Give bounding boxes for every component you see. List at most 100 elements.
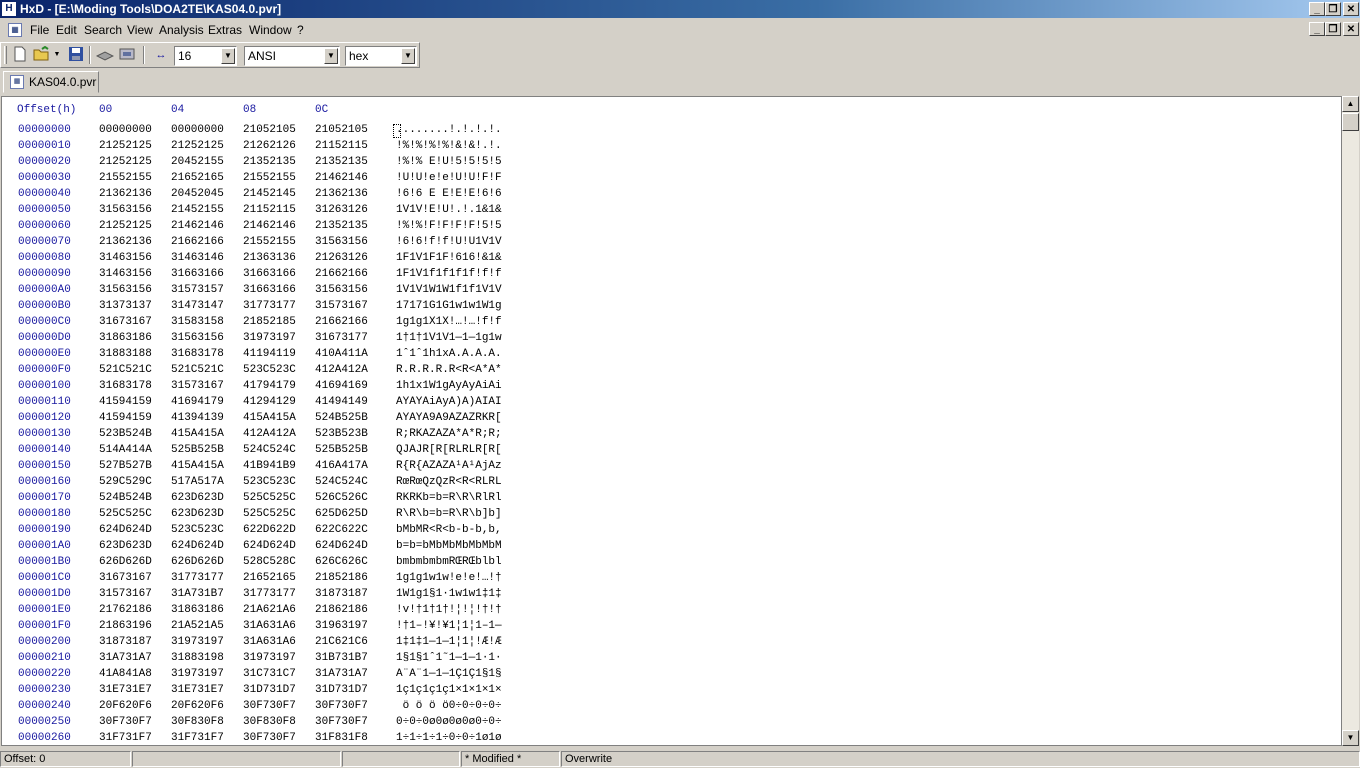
hex-group[interactable]: 626C626C [315, 556, 368, 568]
text-column[interactable]: 1†1†1V1V1—1—1g1w [396, 332, 502, 344]
hex-group[interactable]: 31C731C7 [243, 668, 296, 680]
hex-group[interactable]: 41794179 [243, 380, 296, 392]
hex-group[interactable]: 20452045 [171, 188, 224, 200]
vertical-scrollbar[interactable]: ▲ ▼ [1342, 96, 1359, 746]
hex-row[interactable]: 000000C0 31673167 31583158 21852185 21662166… [2, 316, 1341, 332]
hex-group[interactable]: 31373137 [99, 300, 152, 312]
open-folder-icon[interactable] [32, 45, 52, 64]
hex-group[interactable]: 21863196 [99, 620, 152, 632]
text-column[interactable]: ........!.!.!.!. [396, 124, 502, 136]
text-column[interactable]: !%!% E!U!5!5!5!5 [396, 156, 502, 168]
hex-group[interactable]: 31573157 [171, 284, 224, 296]
hex-group[interactable]: 31873187 [99, 636, 152, 648]
hex-row[interactable]: 00000060 21252125 21462146 21462146 21352135… [2, 220, 1341, 236]
hex-group[interactable]: 20452155 [171, 156, 224, 168]
hex-group[interactable]: 21352135 [243, 156, 296, 168]
hex-group[interactable]: 21552155 [243, 236, 296, 248]
hex-row[interactable]: 00000000 00000000 00000000 21052105 21052105… [2, 124, 1341, 140]
text-column[interactable]: !%!%!%!%!&!&!.!. [396, 140, 502, 152]
open-dropdown-icon[interactable]: ▼ [52, 46, 62, 64]
hex-row[interactable]: 00000070 21362136 21662166 21552155 31563156… [2, 236, 1341, 252]
menu-view[interactable]: View [127, 23, 153, 37]
text-column[interactable]: 1F1V1F1F!616!&1& [396, 252, 502, 264]
hex-group[interactable]: 21052105 [315, 124, 368, 136]
hex-group[interactable]: 31E731E7 [99, 684, 152, 696]
hex-row[interactable]: 00000230 31E731E7 31E731E7 31D731D7 31D731D7… [2, 684, 1341, 700]
hex-group[interactable]: 31473147 [171, 300, 224, 312]
hex-group[interactable]: 20F620F6 [99, 700, 152, 712]
hex-group[interactable]: 514A414A [99, 444, 152, 456]
hex-group[interactable]: 21A521A5 [171, 620, 224, 632]
hex-group[interactable]: 31773177 [243, 588, 296, 600]
restore-button[interactable]: ❐ [1325, 2, 1341, 16]
chevron-down-icon[interactable]: ▼ [324, 48, 338, 64]
hex-group[interactable]: 31863186 [99, 332, 152, 344]
text-column[interactable]: !%!%!F!F!F!F!5!5 [396, 220, 502, 232]
scroll-thumb[interactable] [1342, 113, 1359, 131]
hex-group[interactable]: 31463156 [99, 268, 152, 280]
hex-group[interactable]: 00000000 [99, 124, 152, 136]
menu-extras[interactable]: Extras [208, 23, 242, 37]
hex-group[interactable]: 525C525C [243, 492, 296, 504]
hex-group[interactable]: 31973197 [171, 636, 224, 648]
text-column[interactable]: 1F1V1f1f1f1f!f!f [396, 268, 502, 280]
hex-group[interactable]: 21263126 [315, 252, 368, 264]
ram-editor-icon[interactable] [117, 46, 137, 64]
save-icon[interactable] [66, 46, 86, 64]
document-icon[interactable]: ▦ [8, 23, 22, 37]
hex-group[interactable]: 31563156 [171, 332, 224, 344]
text-column[interactable]: 1g1g1w1w!e!e!…!† [396, 572, 502, 584]
hex-row[interactable]: 00000020 21252125 20452155 21352135 21352135… [2, 156, 1341, 172]
text-column[interactable]: R\R\b=b=R\R\b]b] [396, 508, 502, 520]
text-column[interactable]: 1÷1÷1÷1÷0÷0÷1ø1ø [396, 732, 502, 744]
hex-group[interactable]: 31663166 [243, 284, 296, 296]
hex-group[interactable]: 623D623D [99, 540, 152, 552]
hex-group[interactable]: 31A631A6 [243, 620, 296, 632]
text-column[interactable]: R.R.R.R.R<R<A*A* [396, 364, 502, 376]
text-column[interactable]: 17171G1G1w1w1W1g [396, 300, 502, 312]
hex-group[interactable]: 41694179 [171, 396, 224, 408]
hex-group[interactable]: 416A417A [315, 460, 368, 472]
hex-group[interactable]: 525B525B [315, 444, 368, 456]
hex-group[interactable]: 31563156 [315, 284, 368, 296]
hex-row[interactable]: 000001D0 31573167 31A731B7 31773177 31873187… [2, 588, 1341, 604]
hex-group[interactable]: 31563156 [315, 236, 368, 248]
hex-group[interactable]: 31573167 [99, 588, 152, 600]
hex-row[interactable]: 000000D0 31863186 31563156 31973197 31673177… [2, 332, 1341, 348]
hex-group[interactable]: 31963197 [315, 620, 368, 632]
hex-group[interactable]: 31573167 [315, 300, 368, 312]
hex-group[interactable]: 21252125 [99, 220, 152, 232]
hex-row[interactable]: 00000080 31463156 31463146 21363136 21263126… [2, 252, 1341, 268]
hex-group[interactable]: 41394139 [171, 412, 224, 424]
close-button[interactable]: ✕ [1343, 2, 1359, 16]
hex-group[interactable]: 526C526C [315, 492, 368, 504]
hex-group[interactable]: 21662166 [315, 316, 368, 328]
hex-group[interactable]: 00000000 [171, 124, 224, 136]
hex-group[interactable]: 31563156 [99, 204, 152, 216]
hex-group[interactable]: 21852185 [243, 316, 296, 328]
hex-group[interactable]: 21362136 [315, 188, 368, 200]
hex-group[interactable]: 21362136 [99, 188, 152, 200]
hex-group[interactable]: 30F730F7 [315, 700, 368, 712]
hex-group[interactable]: 31463156 [99, 252, 152, 264]
hex-group[interactable]: 31663166 [243, 268, 296, 280]
hex-group[interactable]: 625D625D [315, 508, 368, 520]
minimize-button[interactable]: _ [1309, 2, 1325, 16]
hex-group[interactable]: 31263126 [315, 204, 368, 216]
hex-row[interactable]: 00000160 529C529C 517A517A 523C523C 524C524C… [2, 476, 1341, 492]
hex-group[interactable]: 41694169 [315, 380, 368, 392]
hex-group[interactable]: 41194119 [243, 348, 296, 360]
text-column[interactable]: 1W1g1§1·1w1w1‡1‡ [396, 588, 502, 600]
text-column[interactable]: bMbMR<R<b-b-b,b, [396, 524, 502, 536]
hex-row[interactable]: 00000030 21552155 21652165 21552155 21462146… [2, 172, 1341, 188]
hex-group[interactable]: 412A412A [243, 428, 296, 440]
hex-group[interactable]: 31883188 [99, 348, 152, 360]
hex-group[interactable]: 31B731B7 [315, 652, 368, 664]
hex-group[interactable]: 415A415A [171, 428, 224, 440]
text-column[interactable]: 0÷0÷0ø0ø0ø0ø0÷0÷ [396, 716, 502, 728]
hex-group[interactable]: 21552155 [99, 172, 152, 184]
hex-group[interactable]: 20F620F6 [171, 700, 224, 712]
hex-group[interactable]: 21652165 [171, 172, 224, 184]
hex-row[interactable]: 000001C0 31673167 31773177 21652165 21852186… [2, 572, 1341, 588]
hex-group[interactable]: 524C524C [243, 444, 296, 456]
